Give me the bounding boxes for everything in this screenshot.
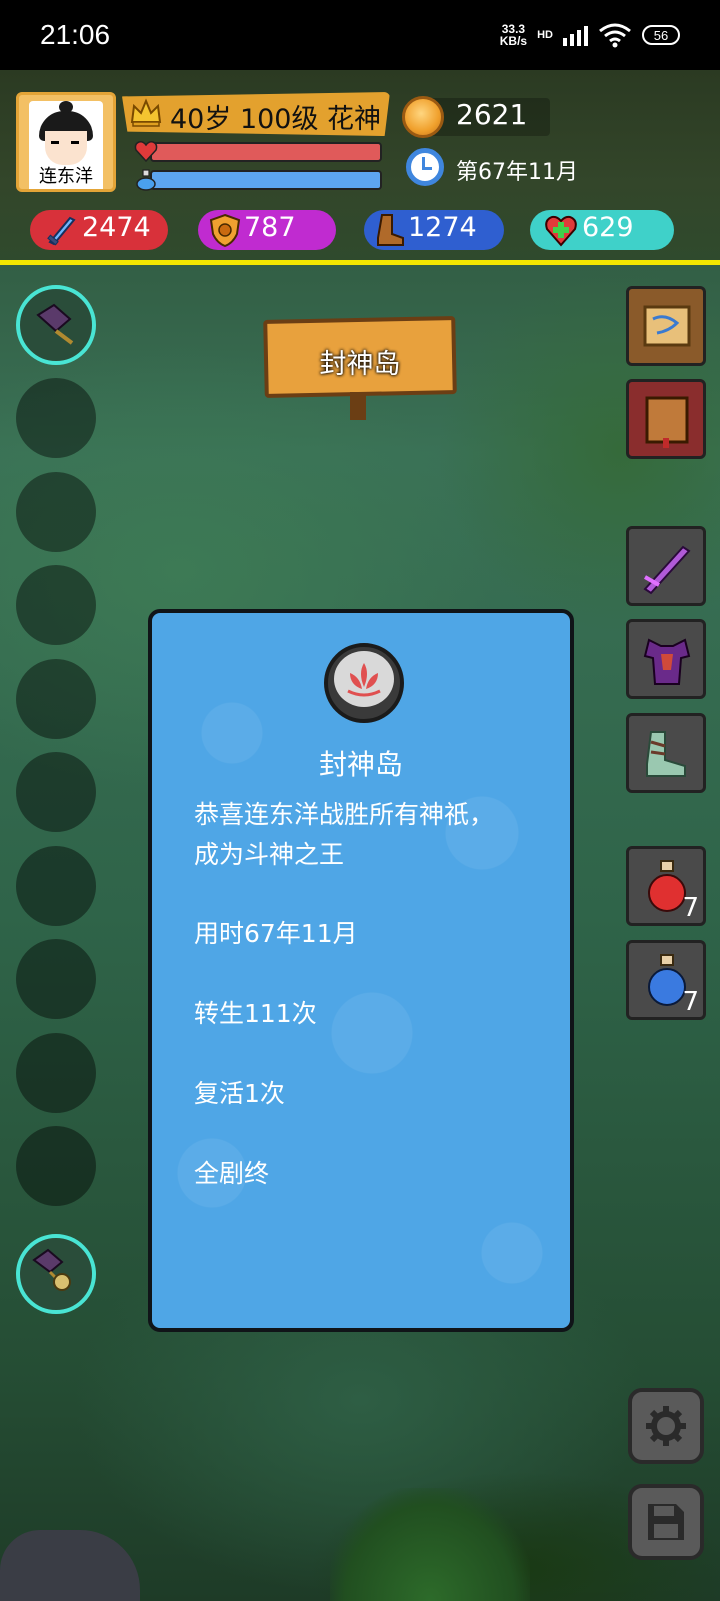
shield-stat-icon [209,213,241,248]
gold-value: 2621 [456,98,528,131]
map-button[interactable] [626,286,706,366]
clock-hand-minute [422,167,432,170]
mp-bar [150,170,382,190]
armor-icon [643,638,691,685]
gear-icon [646,1406,686,1446]
dialog-time-used: 用时67年11月 [194,919,358,948]
map-scroll-icon [643,305,691,347]
book-icon [645,396,689,448]
ending-dialog[interactable]: 封神岛 恭喜连东洋战胜所有神祇， 成为斗神之王 用时67年11月 转生111次 … [148,609,574,1332]
health-value: 629 [582,212,634,243]
blue-potion-slot[interactable]: 7 [626,940,706,1020]
level-text: 40岁 100级 花神 [170,104,382,135]
mana-flask-icon [136,169,156,191]
skill-slot-4[interactable] [16,565,96,645]
boots-icon [646,731,686,777]
avatar-face-skin [45,131,87,165]
dialog-title: 封神岛 [318,748,403,781]
header-divider [0,260,720,265]
weapon-slot[interactable] [626,526,706,606]
dialog-rebirths: 转生111次 [194,999,317,1028]
settings-button[interactable] [628,1388,704,1464]
speed-value: 1274 [408,212,477,243]
avatar-eye-left [51,141,59,144]
avatar-eye-right [71,141,79,144]
network-speed-unit: KB/s [499,34,528,48]
lotus-icon [347,663,381,697]
gold-coin-icon [402,96,444,138]
skill-slot-2[interactable] [16,378,96,458]
player-avatar[interactable]: 连东洋 [16,92,116,192]
game-time: 第67年11月 [456,160,578,185]
signal-icon [563,24,588,46]
defense-value: 787 [244,212,296,243]
war-fan-icon [36,303,74,345]
red-potion-slot[interactable]: 7 [626,846,706,926]
armor-slot[interactable] [626,619,706,699]
avatar-hair-bun [59,101,73,113]
network-speed: 33.3 KB/s [500,23,527,47]
save-icon [648,1504,684,1540]
skill-slot-5[interactable] [16,659,96,739]
red-potion-count: 7 [682,893,699,923]
wifi-icon [599,23,631,48]
boots-slot[interactable] [626,713,706,793]
battery-icon: 56 [642,25,680,45]
blue-potion-count: 7 [682,987,699,1017]
book-button[interactable] [626,379,706,459]
skill-slot-1[interactable] [16,285,96,365]
lotus-badge [324,643,404,723]
crown-icon [130,98,162,127]
status-bar: 21:06 33.3 KB/s HD 56 [0,0,720,70]
player-name: 连东洋 [29,165,103,189]
skill-slot-7[interactable] [16,846,96,926]
sword-stat-icon [47,216,76,246]
vine-decoration [330,1488,530,1601]
skill-slot-3[interactable] [16,472,96,552]
status-time: 21:06 [40,19,111,50]
dialog-ending: 全剧终 [194,1159,270,1188]
boot-stat-icon [377,214,404,246]
heart-icon [134,141,158,162]
skill-slot-9[interactable] [16,1033,96,1113]
location-name: 封神岛 [319,349,401,380]
skill-slot-11[interactable] [16,1234,96,1314]
network-type-label: HD [537,29,553,41]
sword-icon [643,545,691,595]
sign-post [350,392,366,420]
skill-slot-8[interactable] [16,939,96,1019]
save-button[interactable] [628,1484,704,1560]
skill-slot-10[interactable] [16,1126,96,1206]
skill-slot-6[interactable] [16,752,96,832]
hp-bar [150,142,382,162]
health-heart-stat-icon [545,215,577,247]
status-indicators: 33.3 KB/s HD 56 [500,22,680,48]
war-fan-with-relic-icon [32,1248,71,1291]
dialog-revives: 复活1次 [194,1079,285,1108]
dialog-congrats-line-1: 恭喜连东洋战胜所有神祇， [194,800,495,829]
dialog-congrats-line-2: 成为斗神之王 [194,840,345,869]
attack-value: 2474 [82,212,151,243]
